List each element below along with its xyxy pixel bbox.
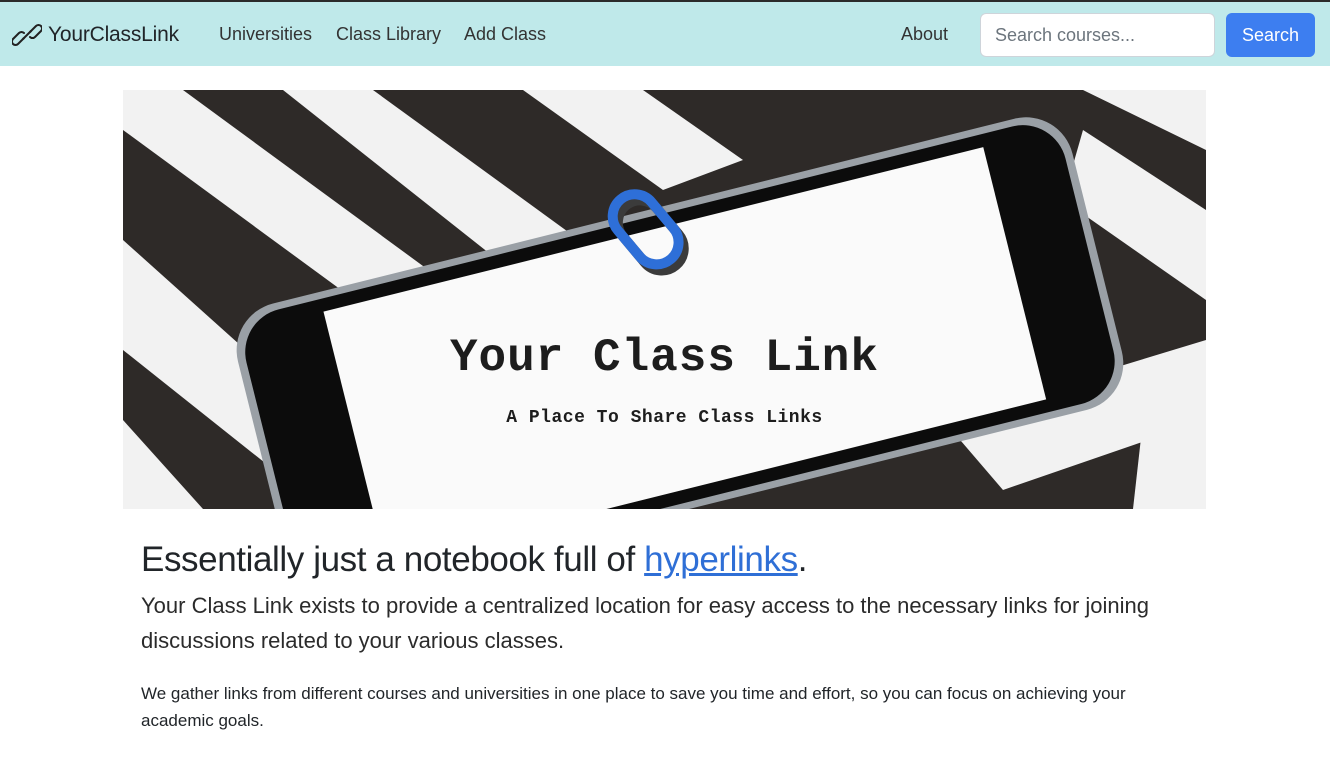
link-chain-icon: [10, 20, 44, 50]
headline-period: .: [797, 540, 808, 579]
nav-add-class[interactable]: Add Class: [464, 24, 546, 45]
top-navbar: YourClassLink Universities Class Library…: [0, 0, 1330, 66]
brand-name: YourClassLink: [48, 23, 179, 46]
intro-section: Essentially just a notebook full of hype…: [141, 538, 1201, 734]
search-button[interactable]: Search: [1226, 13, 1315, 57]
hero-subtitle: A Place To Share Class Links: [506, 408, 823, 428]
nav-about[interactable]: About: [901, 24, 948, 45]
nav-universities[interactable]: Universities: [219, 24, 312, 45]
search-input[interactable]: [980, 13, 1215, 57]
brand-link[interactable]: YourClassLink: [10, 18, 179, 52]
hyperlinks-link[interactable]: hyperlinks: [644, 540, 798, 579]
lead-paragraph: Your Class Link exists to provide a cent…: [141, 593, 1150, 653]
hero-photo: [123, 90, 1206, 509]
nav-class-library[interactable]: Class Library: [336, 24, 441, 45]
hero-title: Your Class Link: [449, 332, 880, 384]
hero-banner-image: Your Class Link A Place To Share Class L…: [123, 90, 1206, 509]
body-paragraph: We gather links from different courses a…: [141, 684, 1126, 730]
headline: Essentially just a notebook full of hype…: [141, 538, 1201, 582]
headline-text: Essentially just a notebook full of: [141, 540, 645, 579]
